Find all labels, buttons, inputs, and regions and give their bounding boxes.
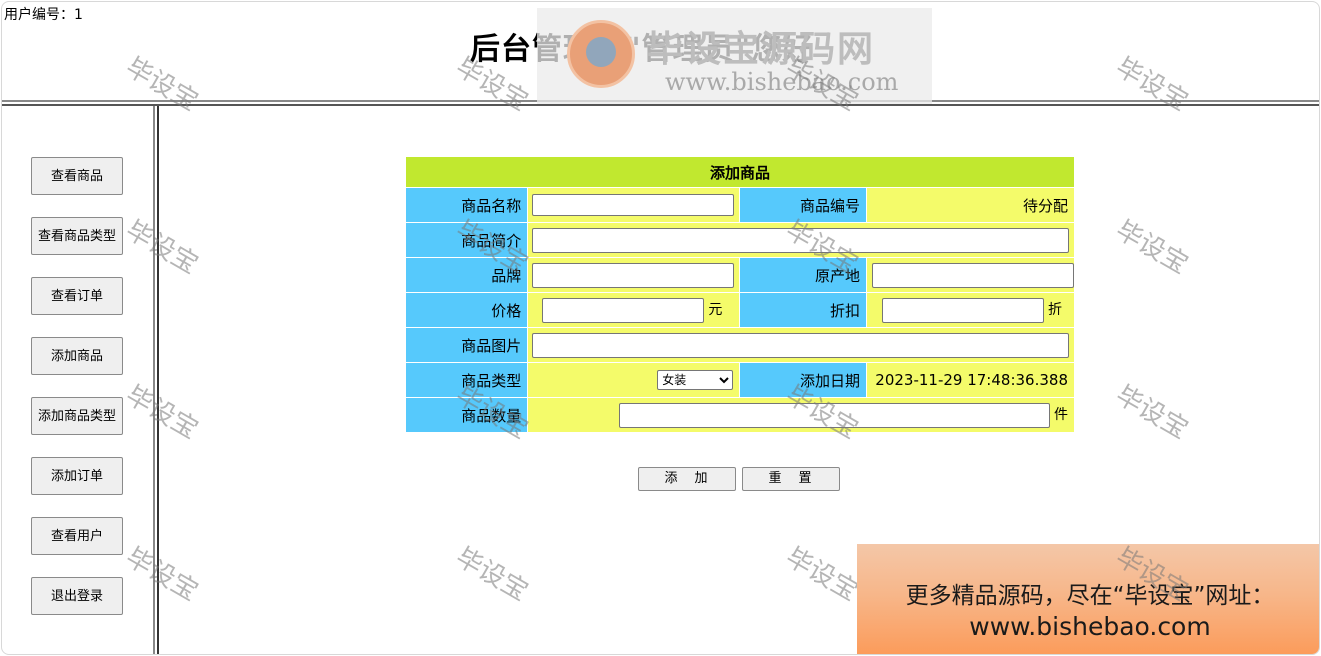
app-window: 用户编号：1 后台管理员"管理员"您好 查看商品 查看商品类型 查看订单 添加商… bbox=[1, 1, 1320, 655]
sidebar-divider bbox=[153, 106, 155, 654]
watermark-text: 毕设宝 bbox=[1110, 52, 1194, 118]
add-product-form: 添加商品 商品名称 商品编号 待分配 商品简介 品牌 原产地 价格 元 折扣 折… bbox=[404, 156, 1075, 433]
watermark-text: 毕设宝 bbox=[120, 215, 204, 281]
quantity-unit: 件 bbox=[1054, 407, 1068, 423]
user-id-label: 用户编号：1 bbox=[4, 7, 83, 23]
product-intro-input[interactable] bbox=[532, 227, 1070, 253]
quantity-input[interactable] bbox=[619, 402, 1050, 428]
watermark-logo: 毕设宝源码网 www.bishebao.com bbox=[537, 8, 932, 104]
reset-button[interactable]: 重 置 bbox=[742, 467, 840, 491]
origin-cell bbox=[866, 257, 1075, 293]
brand-label: 品牌 bbox=[404, 257, 529, 293]
watermark-text: 毕设宝 bbox=[120, 52, 204, 118]
product-intro-label: 商品简介 bbox=[404, 222, 529, 258]
product-name-input[interactable] bbox=[532, 194, 735, 216]
watermark-logo-icon bbox=[567, 20, 635, 88]
brand-input[interactable] bbox=[532, 262, 735, 288]
form-title: 添加商品 bbox=[405, 156, 1075, 188]
brand-cell bbox=[527, 257, 741, 293]
promo-url: www.bishebao.com bbox=[969, 612, 1211, 641]
watermark-text: 毕设宝 bbox=[120, 380, 204, 446]
origin-input[interactable] bbox=[872, 262, 1074, 288]
price-unit: 元 bbox=[708, 302, 723, 318]
product-type-label: 商品类型 bbox=[404, 362, 529, 398]
product-image-input[interactable] bbox=[532, 332, 1070, 358]
origin-label: 原产地 bbox=[739, 257, 867, 293]
product-name-cell bbox=[527, 187, 741, 223]
watermark-text: 毕设宝 bbox=[1110, 380, 1194, 446]
product-intro-cell bbox=[527, 222, 1075, 258]
watermark-text: 毕设宝 bbox=[1110, 215, 1194, 281]
quantity-label: 商品数量 bbox=[404, 397, 529, 433]
watermark-logo-url: www.bishebao.com bbox=[665, 68, 899, 96]
sidebar-item-view-products[interactable]: 查看商品 bbox=[31, 157, 123, 195]
sidebar-item-view-orders[interactable]: 查看订单 bbox=[31, 277, 123, 315]
add-button[interactable]: 添 加 bbox=[638, 467, 736, 491]
header-divider-inner bbox=[2, 104, 1319, 106]
product-image-cell bbox=[527, 327, 1075, 363]
watermark-logo-title: 毕设宝源码网 bbox=[647, 29, 876, 70]
product-image-label: 商品图片 bbox=[404, 327, 529, 363]
sidebar-item-view-product-types[interactable]: 查看商品类型 bbox=[31, 217, 123, 255]
quantity-cell: 件 bbox=[527, 397, 1075, 433]
sidebar-item-logout[interactable]: 退出登录 bbox=[31, 577, 123, 615]
sidebar-item-add-product-type[interactable]: 添加商品类型 bbox=[31, 397, 123, 435]
product-name-label: 商品名称 bbox=[404, 187, 529, 223]
sidebar-item-add-product[interactable]: 添加商品 bbox=[31, 337, 123, 375]
add-date-value: 2023-11-29 17:48:36.388 bbox=[866, 362, 1075, 398]
product-code-value: 待分配 bbox=[866, 187, 1075, 223]
price-cell: 元 bbox=[527, 292, 741, 328]
sidebar-item-add-order[interactable]: 添加订单 bbox=[31, 457, 123, 495]
product-code-label: 商品编号 bbox=[739, 187, 867, 223]
discount-unit: 折 bbox=[1048, 302, 1062, 318]
product-type-cell: 女装 bbox=[527, 362, 741, 398]
watermark-text: 毕设宝 bbox=[120, 542, 204, 608]
watermark-text: 毕设宝 bbox=[450, 542, 534, 608]
add-date-label: 添加日期 bbox=[739, 362, 867, 398]
promo-banner: 更多精品源码，尽在“毕设宝”网址： www.bishebao.com bbox=[857, 544, 1319, 654]
sidebar-divider-inner bbox=[157, 106, 159, 654]
discount-label: 折扣 bbox=[739, 292, 867, 328]
product-type-select[interactable]: 女装 bbox=[657, 370, 734, 390]
watermark-text: 毕设宝 bbox=[780, 542, 864, 608]
discount-cell: 折 bbox=[866, 292, 1075, 328]
sidebar-item-view-users[interactable]: 查看用户 bbox=[31, 517, 123, 555]
price-label: 价格 bbox=[404, 292, 529, 328]
price-input[interactable] bbox=[542, 297, 705, 323]
discount-input[interactable] bbox=[882, 297, 1044, 323]
promo-line1: 更多精品源码，尽在“毕设宝”网址： bbox=[905, 583, 1275, 609]
